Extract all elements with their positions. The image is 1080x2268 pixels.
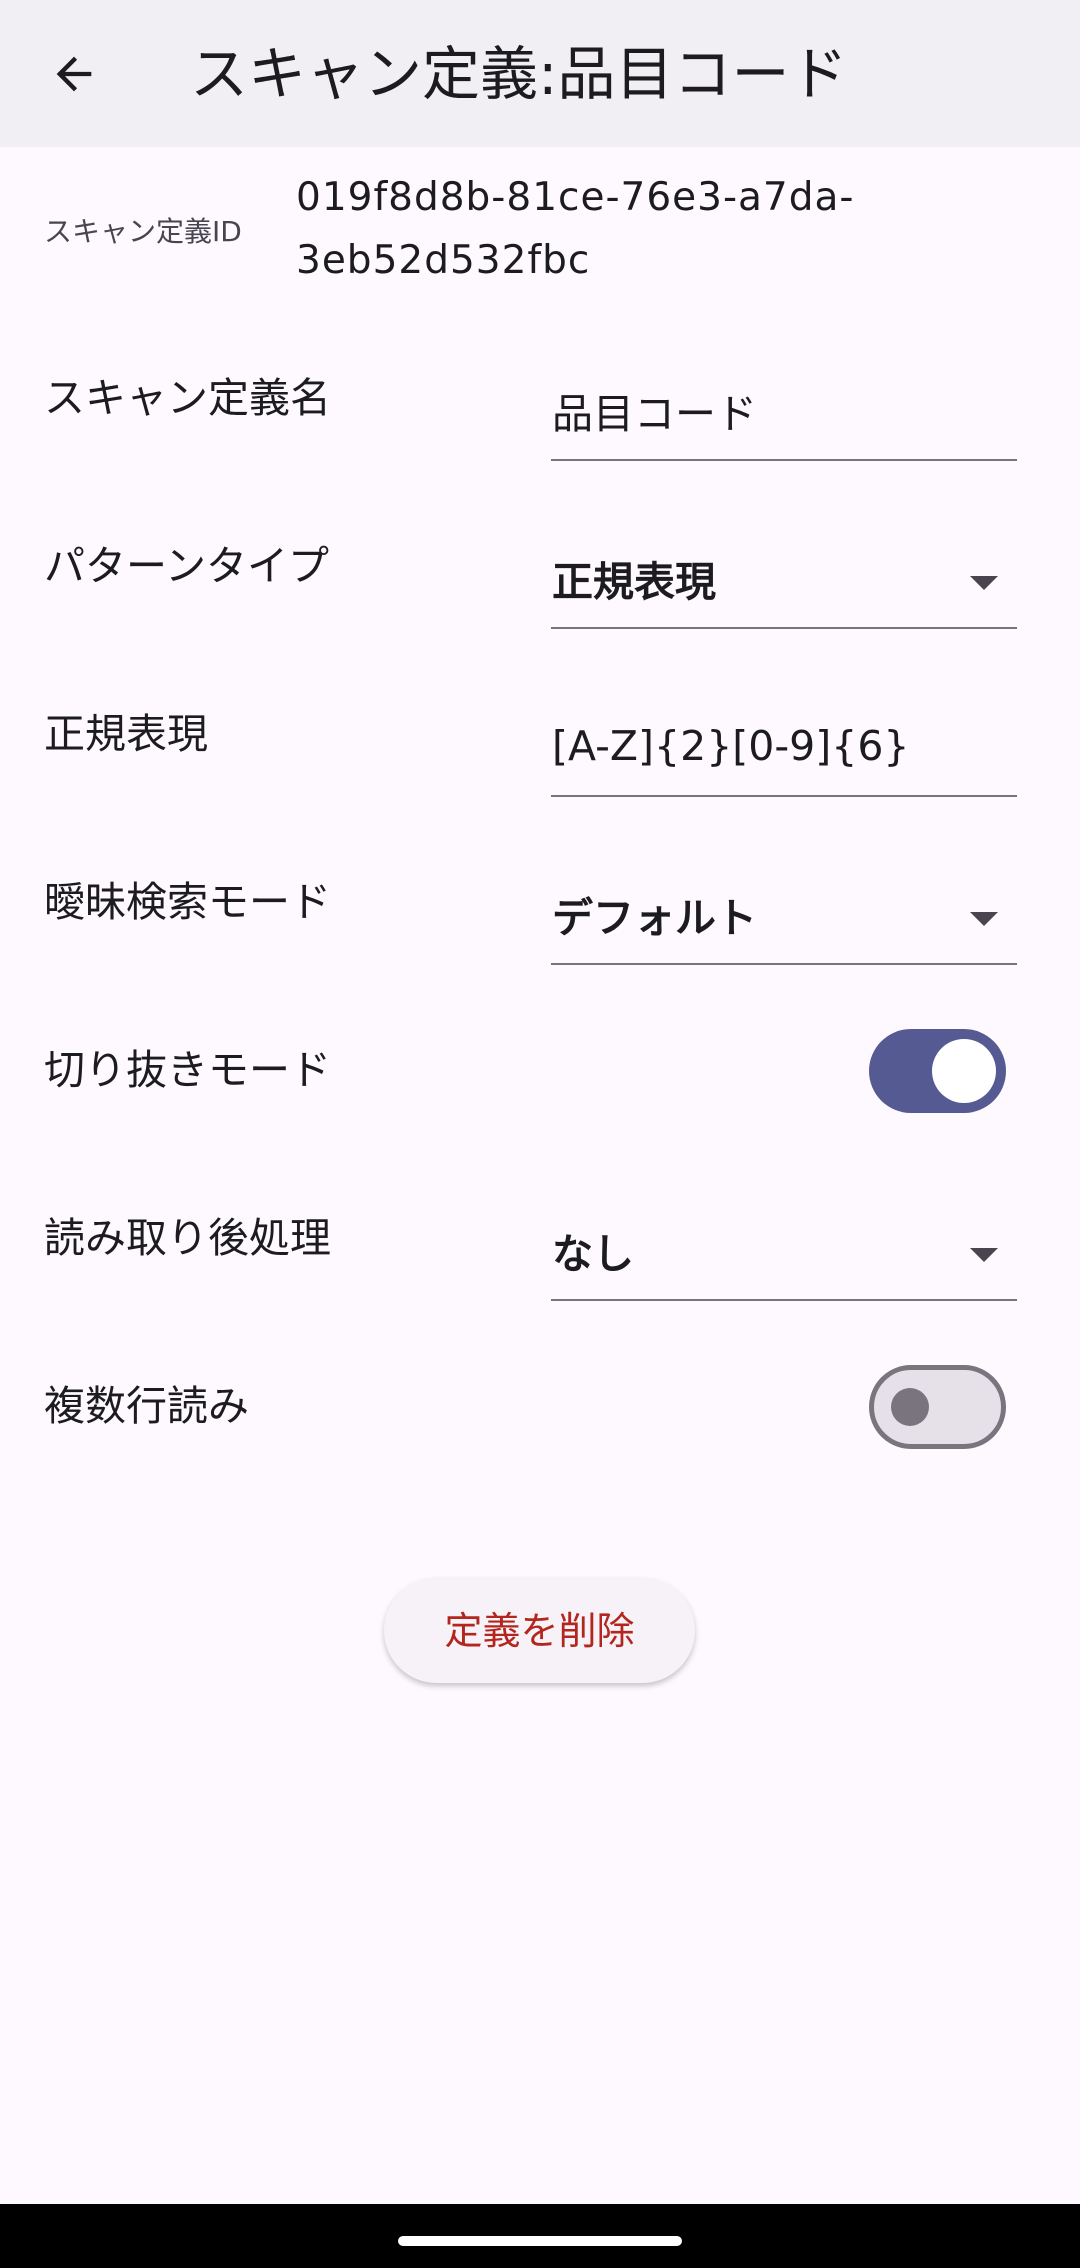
dropdown-arrow-icon — [970, 912, 998, 926]
regex-label: 正規表現 — [44, 710, 208, 758]
pattern-type-value: 正規表現 — [552, 558, 716, 606]
fuzzy-mode-dropdown[interactable]: デフォルト — [551, 870, 1017, 965]
pattern-type-label: パターンタイプ — [44, 542, 329, 590]
definition-id-value: 019f8d8b-81ce-76e3-a7da-3eb52d532fbc — [296, 175, 855, 283]
definition-id-label: スキャン定義ID — [44, 215, 242, 248]
delete-definition-button[interactable]: 定義を削除 — [384, 1578, 695, 1683]
regex-input[interactable] — [551, 716, 992, 776]
switch-thumb — [891, 1388, 929, 1426]
system-navigation-bar — [0, 2204, 1080, 2268]
definition-name-label: スキャン定義名 — [44, 374, 331, 422]
crop-mode-label: 切り抜きモード — [44, 1046, 331, 1094]
post-processing-label: 読み取り後処理 — [44, 1214, 331, 1262]
page-title: スキャン定義:品目コード — [190, 40, 848, 108]
fuzzy-mode-value: デフォルト — [552, 894, 757, 942]
multiline-label: 複数行読み — [44, 1382, 249, 1430]
definition-name-input[interactable] — [551, 380, 992, 440]
regex-field[interactable] — [551, 702, 1017, 797]
post-processing-value: なし — [552, 1230, 634, 1278]
definition-name-field[interactable] — [551, 366, 1017, 461]
home-gesture-handle[interactable] — [398, 2236, 682, 2246]
crop-mode-switch[interactable] — [869, 1029, 1006, 1113]
back-button[interactable] — [30, 30, 118, 118]
delete-definition-label: 定義を削除 — [444, 1608, 635, 1653]
dropdown-arrow-icon — [970, 1248, 998, 1262]
top-app-bar: スキャン定義:品目コード — [0, 0, 1080, 147]
fuzzy-mode-label: 曖昧検索モード — [44, 878, 331, 926]
post-processing-dropdown[interactable]: なし — [551, 1206, 1017, 1301]
switch-thumb — [932, 1039, 996, 1103]
multiline-switch[interactable] — [869, 1365, 1006, 1449]
dropdown-arrow-icon — [970, 576, 998, 590]
pattern-type-dropdown[interactable]: 正規表現 — [551, 534, 1017, 629]
arrow-back-icon — [56, 56, 92, 92]
